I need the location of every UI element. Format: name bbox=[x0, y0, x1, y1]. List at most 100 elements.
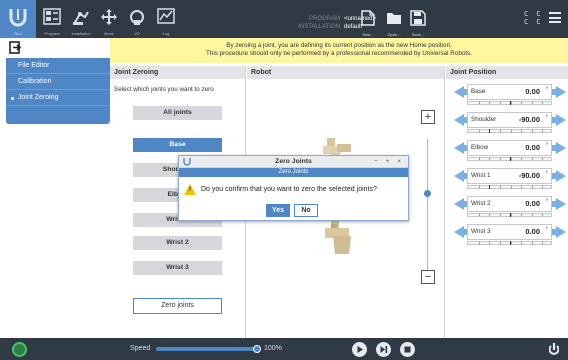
joint-position-marker bbox=[488, 129, 490, 133]
joint-position-marker bbox=[509, 213, 511, 217]
scale-tick bbox=[531, 186, 533, 188]
scale-tick bbox=[499, 186, 501, 188]
scale-tick bbox=[531, 214, 533, 216]
power-button[interactable] bbox=[12, 342, 27, 357]
io-tab[interactable]: I/O bbox=[124, 0, 150, 38]
scale-tick bbox=[510, 186, 512, 188]
speed-slider-track[interactable] bbox=[156, 347, 260, 351]
scale-tick bbox=[489, 242, 491, 244]
joint-range-scale bbox=[467, 129, 552, 133]
joint-position-field[interactable]: Base 0.00 ° bbox=[467, 84, 552, 100]
scale-tick bbox=[531, 102, 533, 104]
scale-tick bbox=[478, 102, 480, 104]
step-button[interactable] bbox=[376, 342, 391, 357]
nav-label-program: Program bbox=[44, 31, 60, 36]
increase-arrow-icon[interactable] bbox=[556, 86, 566, 98]
speed-value: 100% bbox=[264, 345, 282, 352]
sidebar-item-joint-zeroing[interactable]: Joint Zeroing bbox=[6, 90, 110, 106]
joint-position-field[interactable]: Wrist 3 0.00 ° bbox=[467, 224, 552, 240]
nav-label-io: I/O bbox=[134, 31, 140, 36]
dialog-no-button[interactable]: No bbox=[294, 204, 318, 217]
joint-zeroing-header: Joint Zeroing bbox=[110, 66, 245, 79]
open-label: Open... bbox=[387, 32, 401, 37]
exit-icon[interactable] bbox=[9, 41, 22, 59]
dialog-header: Zero Joints bbox=[179, 168, 408, 177]
scale-tick bbox=[489, 158, 491, 160]
zero-joints-button[interactable]: Zero joints bbox=[133, 298, 222, 314]
joint-position-name: Elbow bbox=[471, 144, 489, 151]
zero-joints-dialog: Zero Joints − + × Zero Joints ! Do you c… bbox=[178, 155, 409, 221]
joint-position-field[interactable]: Wrist 1 -90.00 ° bbox=[467, 168, 552, 184]
scale-tick bbox=[531, 242, 533, 244]
speed-slider-handle[interactable] bbox=[253, 345, 261, 353]
move-tab[interactable]: Move bbox=[96, 0, 122, 38]
dialog-yes-button[interactable]: Yes bbox=[266, 204, 290, 217]
scale-tick bbox=[521, 186, 523, 188]
scale-tick bbox=[478, 214, 480, 216]
scale-tick bbox=[489, 102, 491, 104]
stop-button[interactable] bbox=[400, 342, 415, 357]
dialog-window-buttons[interactable]: − + × bbox=[374, 158, 404, 165]
joint-position-marker bbox=[509, 241, 511, 245]
scale-tick bbox=[542, 242, 544, 244]
scale-tick bbox=[499, 214, 501, 216]
scale-tick bbox=[521, 102, 523, 104]
robot-header: Robot bbox=[247, 66, 444, 79]
log-tab[interactable]: Log bbox=[152, 0, 180, 38]
hamburger-menu-icon[interactable] bbox=[549, 12, 561, 23]
joint-range-scale bbox=[467, 241, 552, 245]
joint-position-row: Elbow 0.00 ° bbox=[446, 140, 568, 161]
universal-robots-logo-icon bbox=[9, 7, 27, 27]
joint-position-field[interactable]: Wrist 2 0.00 ° bbox=[467, 196, 552, 212]
joint-position-field[interactable]: Elbow 0.00 ° bbox=[467, 140, 552, 156]
scale-tick bbox=[542, 214, 544, 216]
play-icon bbox=[357, 346, 363, 353]
joint-position-marker bbox=[509, 157, 511, 161]
sidebar-item-file-editor[interactable]: File Editor bbox=[6, 58, 110, 74]
base-joint-button[interactable]: Base bbox=[133, 138, 222, 152]
joint-zeroing-prompt: Select which joints you want to zero bbox=[114, 86, 214, 93]
stop-icon bbox=[404, 346, 411, 353]
nav-label-installation: Installation bbox=[71, 31, 91, 36]
help-icon[interactable] bbox=[548, 342, 560, 359]
scale-tick bbox=[478, 242, 480, 244]
scale-tick bbox=[510, 214, 512, 216]
increase-arrow-icon[interactable] bbox=[556, 142, 566, 154]
play-button[interactable] bbox=[352, 342, 367, 357]
joint-position-unit: ° bbox=[545, 199, 548, 205]
joint-range-scale bbox=[467, 213, 552, 217]
all-joints-button[interactable]: All joints bbox=[133, 106, 222, 120]
wrist-3-joint-button[interactable]: Wrist 3 bbox=[133, 261, 222, 275]
increase-arrow-icon[interactable] bbox=[556, 114, 566, 126]
joint-position-row: Wrist 1 -90.00 ° bbox=[446, 168, 568, 189]
log-chart-icon bbox=[157, 8, 175, 29]
increase-arrow-icon[interactable] bbox=[556, 198, 566, 210]
scale-tick bbox=[499, 158, 501, 160]
sidebar-menu: File Editor Calibration Joint Zeroing bbox=[6, 58, 110, 124]
zoom-slider-track[interactable] bbox=[427, 139, 428, 270]
save-label: Save... bbox=[411, 32, 425, 37]
increase-arrow-icon[interactable] bbox=[556, 226, 566, 238]
nav-label-log: Log bbox=[162, 31, 170, 36]
open-button[interactable]: Open... bbox=[384, 9, 404, 37]
sidebar-item-calibration[interactable]: Calibration bbox=[6, 74, 110, 90]
scale-tick bbox=[499, 102, 501, 104]
joint-position-value: 0.00 bbox=[525, 143, 540, 152]
joint-position-value: -90.00 bbox=[518, 115, 540, 124]
joint-position-field[interactable]: Shoulder -90.00 ° bbox=[467, 112, 552, 128]
increase-arrow-icon[interactable] bbox=[556, 170, 566, 182]
wrist-2-joint-button[interactable]: Wrist 2 bbox=[133, 236, 222, 250]
zoom-in-button[interactable]: + bbox=[421, 110, 435, 124]
joint-position-name: Wrist 2 bbox=[471, 200, 491, 207]
save-button[interactable]: Save... bbox=[408, 9, 428, 37]
zoom-out-button[interactable]: − bbox=[421, 270, 435, 284]
program-label: PROGRAM bbox=[308, 16, 340, 22]
joint-range-scale bbox=[467, 101, 552, 105]
zoom-slider-handle[interactable] bbox=[424, 190, 431, 197]
new-button[interactable]: New... bbox=[358, 9, 378, 37]
installation-tab[interactable]: Installation bbox=[66, 0, 96, 38]
dialog-titlebar[interactable]: Zero Joints − + × bbox=[179, 156, 408, 168]
run-tab[interactable]: Run bbox=[0, 0, 36, 38]
program-tab[interactable]: Program bbox=[38, 0, 66, 38]
joint-position-unit: ° bbox=[545, 115, 548, 121]
